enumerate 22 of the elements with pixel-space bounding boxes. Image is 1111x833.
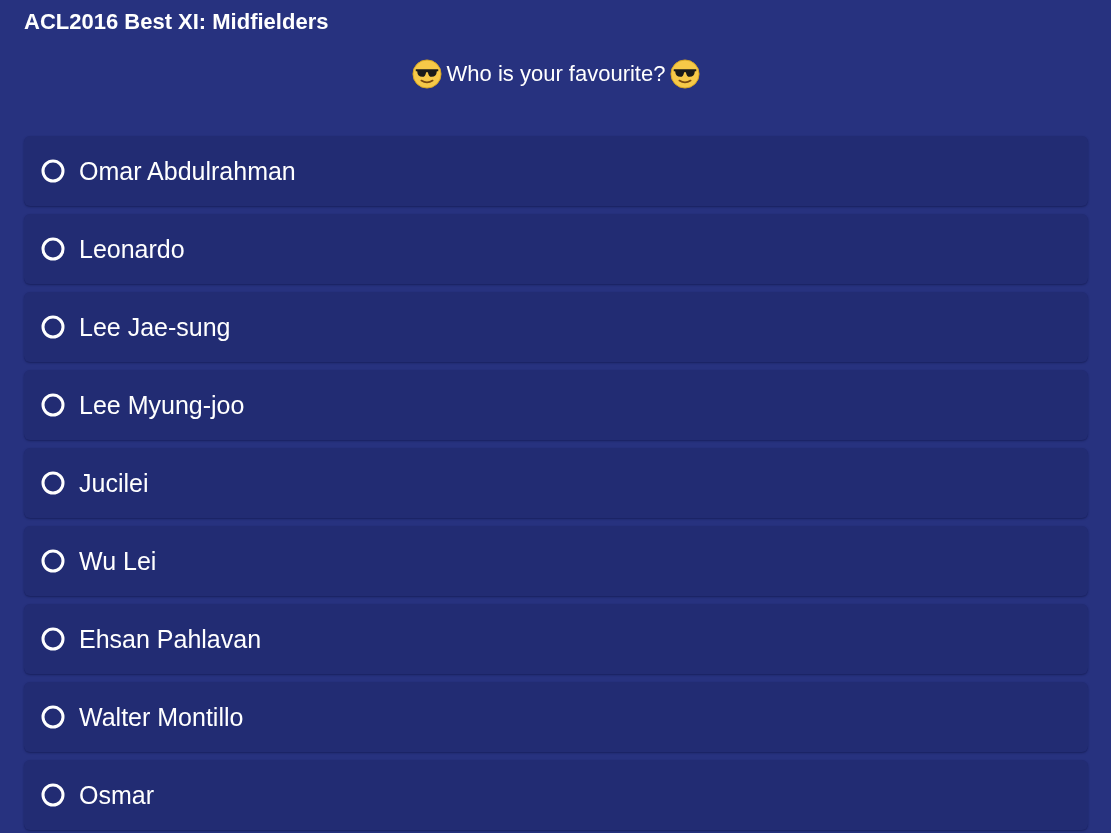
sunglasses-face-icon bbox=[670, 59, 701, 89]
radio-icon[interactable] bbox=[41, 705, 65, 729]
answer-option[interactable]: Walter Montillo bbox=[24, 682, 1088, 752]
poll-question: Who is your favourite? bbox=[446, 60, 666, 88]
radio-icon[interactable] bbox=[41, 783, 65, 807]
answer-option[interactable]: Omar Abdulrahman bbox=[24, 136, 1088, 206]
sunglasses-face-icon bbox=[411, 59, 442, 89]
radio-icon[interactable] bbox=[41, 315, 65, 339]
answer-option[interactable]: Osmar bbox=[24, 760, 1088, 830]
poll-title: ACL2016 Best XI: Midfielders bbox=[24, 8, 329, 36]
radio-icon[interactable] bbox=[41, 237, 65, 261]
answer-option[interactable]: Leonardo bbox=[24, 214, 1088, 284]
radio-icon[interactable] bbox=[41, 393, 65, 417]
radio-icon[interactable] bbox=[41, 627, 65, 651]
answer-option[interactable]: Wu Lei bbox=[24, 526, 1088, 596]
answer-option[interactable]: Ehsan Pahlavan bbox=[24, 604, 1088, 674]
radio-icon[interactable] bbox=[41, 471, 65, 495]
answer-option[interactable]: Lee Myung-joo bbox=[24, 370, 1088, 440]
answer-option[interactable]: Lee Jae-sung bbox=[24, 292, 1088, 362]
radio-icon[interactable] bbox=[41, 159, 65, 183]
radio-icon[interactable] bbox=[41, 549, 65, 573]
answer-option[interactable]: Jucilei bbox=[24, 448, 1088, 518]
